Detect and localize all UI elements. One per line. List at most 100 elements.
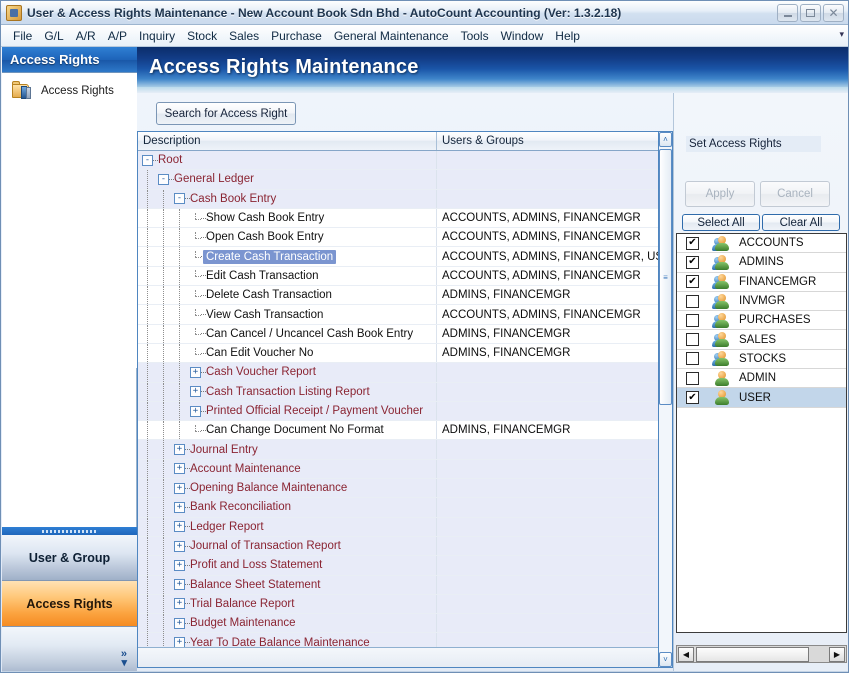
menu-item-gl[interactable]: G/L — [38, 27, 69, 45]
list-item[interactable]: ✔ ACCOUNTS — [677, 234, 846, 254]
tree-scroll-thumb[interactable]: ≡ — [659, 149, 672, 405]
menu-item-window[interactable]: Window — [495, 27, 550, 45]
user-checkbox[interactable] — [686, 333, 699, 347]
table-row[interactable]: - Cash Book Entry — [138, 189, 670, 209]
tree-node-description-cell[interactable]: Edit Cash Transaction — [138, 266, 437, 286]
list-item[interactable]: INVMGR — [677, 292, 846, 312]
sidebar-item-access-rights[interactable]: Access Rights — [2, 73, 137, 100]
table-row[interactable]: View Cash Transaction ACCOUNTS, ADMINS, F… — [138, 305, 670, 325]
list-item[interactable]: SALES — [677, 330, 846, 350]
menu-item-purchase[interactable]: Purchase — [265, 27, 328, 45]
tree-node-description-cell[interactable]: + Printed Official Receipt / Payment Vouc… — [138, 401, 437, 421]
tree-rows-container[interactable]: - Root - General Ledger - Cash Book Entry Show… — [138, 151, 670, 647]
table-row[interactable]: Create Cash Transaction ACCOUNTS, ADMINS,… — [138, 247, 670, 267]
tree-node-description-cell[interactable]: + Ledger Report — [138, 517, 437, 536]
table-row[interactable]: Can Edit Voucher No ADMINS, FINANCEMGR — [138, 343, 670, 364]
expand-node-icon[interactable]: + — [174, 559, 185, 571]
apply-button[interactable]: Apply — [685, 181, 755, 207]
table-row[interactable]: + Cash Voucher Report — [138, 363, 670, 383]
tree-node-description-cell[interactable]: + Journal Entry — [138, 440, 437, 459]
column-header-description[interactable]: Description — [138, 132, 437, 150]
nav-button-user-and-group[interactable]: User & Group — [2, 535, 137, 581]
table-row[interactable]: Can Change Document No Format ADMINS, FIN… — [138, 421, 670, 441]
list-item[interactable]: ADMIN — [677, 369, 846, 389]
users-list-horizontal-scrollbar[interactable]: ◀ ▶ — [676, 645, 847, 663]
tree-node-description-cell[interactable]: + Account Maintenance — [138, 459, 437, 479]
table-row[interactable]: + Journal Entry — [138, 440, 670, 460]
expand-node-icon[interactable]: + — [190, 386, 201, 398]
table-row[interactable]: + Year To Date Balance Maintenance — [138, 633, 670, 647]
user-checkbox[interactable]: ✔ — [686, 236, 699, 250]
expand-node-icon[interactable]: + — [174, 463, 185, 475]
expand-node-icon[interactable]: + — [174, 598, 185, 610]
minimize-button[interactable] — [777, 4, 798, 22]
menu-item-file[interactable]: File — [7, 27, 38, 45]
user-checkbox[interactable] — [686, 352, 699, 366]
user-checkbox[interactable] — [686, 371, 699, 385]
expand-node-icon[interactable]: + — [174, 521, 185, 533]
table-row[interactable]: + Account Maintenance — [138, 459, 670, 480]
tree-node-description-cell[interactable]: Can Edit Voucher No — [138, 343, 437, 363]
expand-node-icon[interactable]: + — [190, 366, 201, 378]
menu-item-help[interactable]: Help — [549, 27, 586, 45]
tree-node-description-cell[interactable]: - Root — [138, 151, 437, 170]
list-item[interactable]: PURCHASES — [677, 311, 846, 331]
scroll-right-icon[interactable]: ▶ — [829, 646, 845, 662]
expand-node-icon[interactable]: + — [190, 405, 201, 417]
scroll-down-icon[interactable]: ˅ — [659, 652, 672, 667]
tree-node-description-cell[interactable]: + Profit and Loss Statement — [138, 556, 437, 575]
collapse-node-icon[interactable]: - — [142, 154, 153, 166]
expand-node-icon[interactable]: + — [174, 579, 185, 591]
tree-node-description-cell[interactable]: + Budget Maintenance — [138, 614, 437, 633]
table-row[interactable]: Can Cancel / Uncancel Cash Book Entry ADM… — [138, 324, 670, 344]
collapse-node-icon[interactable]: - — [158, 173, 169, 185]
user-checkbox[interactable]: ✔ — [686, 275, 699, 289]
tree-node-description-cell[interactable]: + Cash Voucher Report — [138, 363, 437, 382]
user-checkbox[interactable] — [686, 313, 699, 327]
table-row[interactable]: - General Ledger — [138, 170, 670, 190]
table-row[interactable]: Show Cash Book Entry ACCOUNTS, ADMINS, FI… — [138, 208, 670, 229]
column-header-users-and-groups[interactable]: Users & Groups — [437, 132, 670, 150]
user-checkbox[interactable] — [686, 294, 699, 308]
tree-node-description-cell[interactable]: - General Ledger — [138, 170, 437, 189]
expand-node-icon[interactable]: + — [174, 501, 185, 513]
users-list-scroll-thumb[interactable] — [696, 646, 809, 662]
tree-node-description-cell[interactable]: + Journal of Transaction Report — [138, 536, 437, 556]
menu-item-general-maintenance[interactable]: General Maintenance — [328, 27, 455, 45]
table-row[interactable]: Delete Cash Transaction ADMINS, FINANCEMG… — [138, 286, 670, 306]
table-row[interactable]: - Root — [138, 151, 670, 171]
tree-node-description-cell[interactable]: View Cash Transaction — [138, 305, 437, 324]
table-row[interactable]: + Bank Reconciliation — [138, 498, 670, 518]
tree-node-description-cell[interactable]: Delete Cash Transaction — [138, 286, 437, 305]
tree-node-description-cell[interactable]: Open Cash Book Entry — [138, 228, 437, 247]
users-list-scroll-track[interactable] — [809, 647, 828, 662]
scroll-up-icon[interactable]: ˄ — [659, 132, 672, 147]
menu-item-inquiry[interactable]: Inquiry — [133, 27, 181, 45]
table-row[interactable]: + Budget Maintenance — [138, 614, 670, 634]
expand-node-icon[interactable]: + — [174, 482, 185, 494]
select-all-button[interactable]: Select All — [682, 214, 760, 231]
menu-item-tools[interactable]: Tools — [455, 27, 495, 45]
tree-node-description-cell[interactable]: Can Change Document No Format — [138, 421, 437, 440]
expand-node-icon[interactable]: + — [174, 540, 185, 552]
chevron-down-icon[interactable]: ▾ — [839, 29, 844, 40]
user-checkbox[interactable]: ✔ — [686, 255, 699, 269]
menu-item-ar[interactable]: A/R — [70, 27, 102, 45]
table-row[interactable]: + Trial Balance Report — [138, 594, 670, 615]
table-row[interactable]: + Balance Sheet Statement — [138, 575, 670, 595]
tree-node-description-cell[interactable]: Create Cash Transaction — [138, 247, 437, 266]
list-item[interactable]: STOCKS — [677, 350, 846, 370]
user-checkbox[interactable]: ✔ — [686, 391, 699, 405]
expand-node-icon[interactable]: + — [174, 637, 185, 647]
list-item[interactable]: ✔ ADMINS — [677, 253, 846, 273]
tree-node-description-cell[interactable]: Show Cash Book Entry — [138, 208, 437, 228]
list-item[interactable]: ✔ FINANCEMGR — [677, 273, 846, 292]
nav-button-expand-more[interactable]: » ▾ — [2, 627, 137, 672]
table-row[interactable]: + Profit and Loss Statement — [138, 556, 670, 576]
clear-all-button[interactable]: Clear All — [762, 214, 840, 231]
expand-node-icon[interactable]: + — [174, 444, 185, 456]
tree-node-description-cell[interactable]: + Year To Date Balance Maintenance — [138, 633, 437, 647]
tree-node-description-cell[interactable]: + Trial Balance Report — [138, 594, 437, 614]
tree-node-description-cell[interactable]: - Cash Book Entry — [138, 189, 437, 208]
tree-node-description-cell[interactable]: + Cash Transaction Listing Report — [138, 382, 437, 401]
